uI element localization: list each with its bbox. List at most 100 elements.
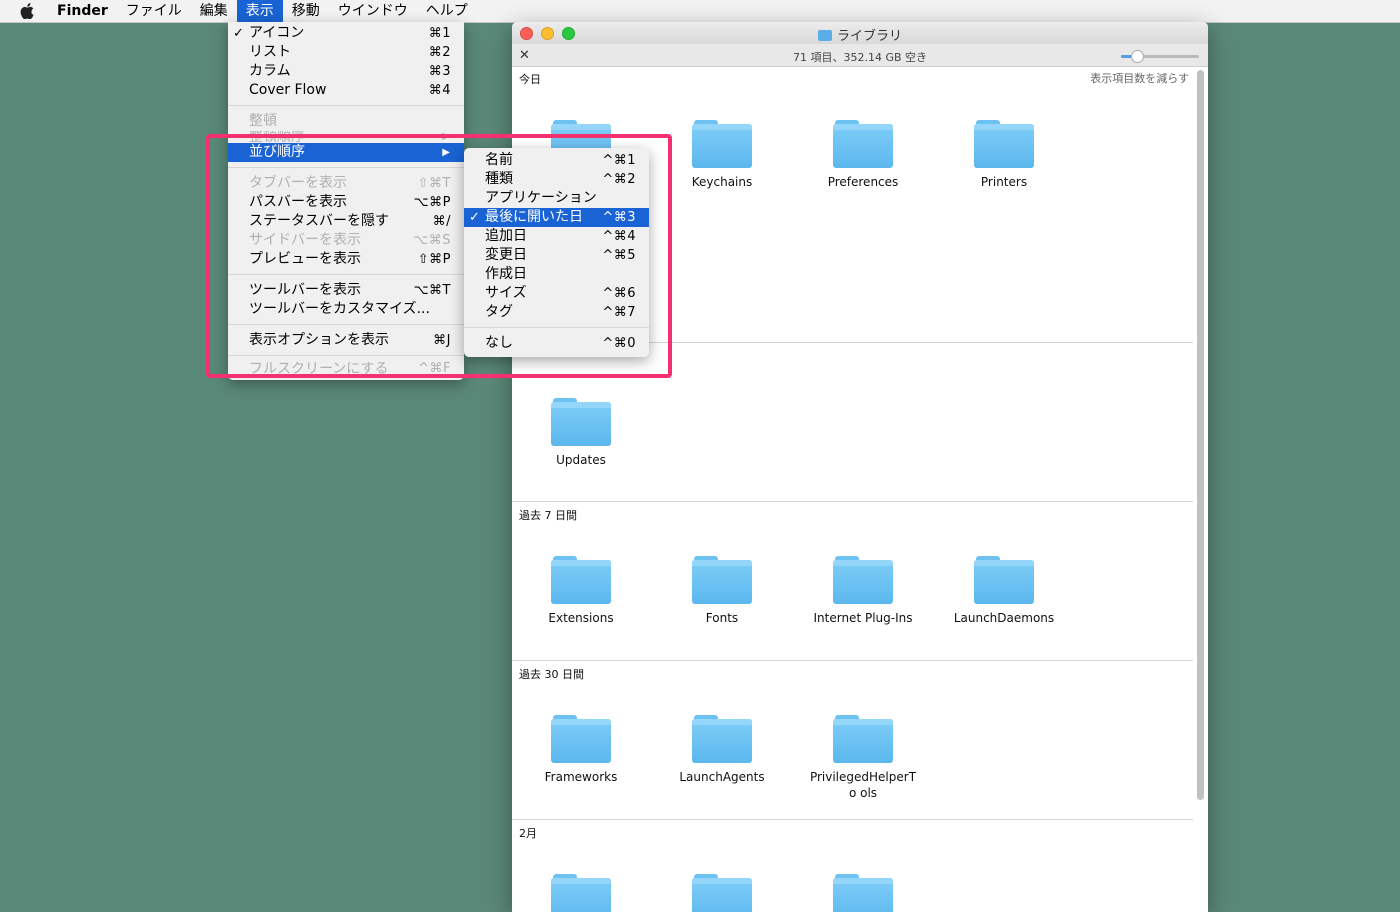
menu-go[interactable]: 移動 (283, 0, 329, 22)
group-february: 2月 (512, 820, 1193, 912)
menu-separator (464, 327, 649, 328)
menu-bar: Finder ファイル 編集 表示 移動 ウインドウ ヘルプ (0, 0, 1400, 23)
folder-item[interactable] (521, 872, 641, 912)
folder-label: Preferences (827, 175, 899, 189)
menu-separator (228, 105, 464, 106)
menu-item-show-preview[interactable]: プレビューを表示 ⇧⌘P (228, 250, 464, 269)
folder-icon (551, 713, 611, 763)
slider-knob[interactable] (1130, 50, 1144, 63)
sort-item-date-created[interactable]: 作成日 (464, 265, 649, 284)
folder-item[interactable]: LaunchDaemons (944, 554, 1064, 626)
folder-icon (692, 713, 752, 763)
folder-item[interactable]: Keychains (662, 118, 782, 190)
folder-icon (833, 554, 893, 604)
submenu-arrow-icon: ▶ (442, 147, 450, 158)
show-fewer-button[interactable]: 表示項目数を減らす (1090, 70, 1189, 86)
menu-item-clean-up: 整頓 (249, 113, 277, 129)
folder-label: Updates (556, 453, 606, 467)
menu-finder[interactable]: Finder (48, 0, 117, 22)
window-title-text: ライブラリ (836, 29, 902, 44)
menu-help[interactable]: ヘルプ (417, 0, 477, 22)
folder-label: LaunchDaemons (953, 611, 1055, 625)
folder-label: Extensions (548, 611, 614, 625)
group-header: 今日 (519, 73, 541, 86)
menu-file[interactable]: ファイル (117, 0, 191, 22)
sort-item-none[interactable]: なし ^⌘0 (464, 334, 649, 353)
folder-label: LaunchAgents (679, 770, 765, 784)
menu-separator (228, 274, 464, 275)
checkmark-icon: ✓ (469, 210, 480, 225)
folder-icon (833, 118, 893, 168)
checkmark-icon: ✓ (233, 26, 244, 41)
folder-icon (974, 118, 1034, 168)
menu-item-sort-by[interactable]: 並び順序 ▶ (228, 143, 464, 162)
folder-icon (551, 872, 611, 912)
sort-item-tags[interactable]: タグ ^⌘7 (464, 303, 649, 322)
group-past-7-days: 過去 7 日間 Extensions Fonts Internet Plug-I… (512, 502, 1193, 661)
sort-by-submenu: 名前 ^⌘1 種類 ^⌘2 アプリケーション ✓ 最後に開いた日 ^⌘3 追加日 ^⌘4 … (464, 148, 649, 357)
menu-item-show-path-bar[interactable]: パスバーを表示 ⌥⌘P (228, 193, 464, 212)
sort-item-date-modified[interactable]: 変更日 ^⌘5 (464, 246, 649, 265)
sort-item-application[interactable]: アプリケーション (464, 189, 649, 208)
folder-icon (974, 554, 1034, 604)
group-header: 過去 30 日間 (519, 668, 584, 681)
menu-item-cover-flow[interactable]: Cover Flow ⌘4 (228, 81, 464, 100)
folder-label: PrivilegedHelperTo ols (809, 770, 917, 800)
group-recent: Updates (512, 343, 1193, 502)
menu-item-column-view[interactable]: カラム ⌘3 (228, 62, 464, 81)
menu-item-show-view-options[interactable]: 表示オプションを表示 ⌘J (228, 331, 464, 350)
menu-item-enter-full-screen: フルスクリーンにする ^⌘F (249, 362, 451, 376)
view-menu: ✓ アイコン ⌘1 リスト ⌘2 カラム ⌘3 Cover Flow ⌘4 整頓 整頓順序… (228, 22, 464, 380)
sort-item-name[interactable]: 名前 ^⌘1 (464, 151, 649, 170)
folder-icon (692, 872, 752, 912)
folder-label: Internet Plug-Ins (813, 611, 913, 625)
folder-icon (833, 872, 893, 912)
vertical-scrollbar[interactable] (1197, 70, 1204, 800)
group-past-30-days: 過去 30 日間 Frameworks LaunchAgents Privile… (512, 661, 1193, 820)
sort-item-size[interactable]: サイズ ^⌘6 (464, 284, 649, 303)
menu-item-list-view[interactable]: リスト ⌘2 (228, 43, 464, 62)
folder-icon (551, 396, 611, 446)
folder-item[interactable]: Preferences (803, 118, 923, 190)
folder-icon (692, 118, 752, 168)
menu-edit[interactable]: 編集 (191, 0, 237, 22)
folder-icon (551, 554, 611, 604)
folder-label: Keychains (691, 175, 753, 189)
menu-item-show-sidebar: サイドバーを表示 ⌥⌘S (249, 232, 451, 248)
folder-label: Fonts (705, 611, 739, 625)
menu-item-customize-toolbar[interactable]: ツールバーをカスタマイズ... (228, 300, 464, 319)
menu-item-show-tab-bar: タブバーを表示 ⇧⌘T (249, 175, 451, 191)
folder-item[interactable]: Fonts (662, 554, 782, 626)
folder-item[interactable]: Frameworks (521, 713, 641, 785)
folder-item[interactable] (803, 872, 923, 912)
title-bar[interactable]: ライブラリ (512, 22, 1208, 44)
menu-window[interactable]: ウインドウ (329, 0, 417, 22)
menu-separator (228, 355, 464, 356)
window-title: ライブラリ (512, 25, 1208, 44)
folder-item[interactable]: Printers (944, 118, 1064, 190)
menu-item-clean-up-by: 整頓順序 ▶ (249, 131, 450, 143)
folder-icon (833, 713, 893, 763)
status-text: 71 項目、352.14 GB 空き (792, 51, 928, 64)
folder-item[interactable]: Updates (521, 396, 641, 468)
group-header: 過去 7 日間 (519, 509, 577, 522)
folder-item[interactable]: Internet Plug-Ins (803, 554, 923, 626)
sort-item-date-last-opened[interactable]: ✓ 最後に開いた日 ^⌘3 (464, 208, 649, 227)
submenu-arrow-icon: ▶ (442, 131, 450, 142)
menu-item-show-toolbar[interactable]: ツールバーを表示 ⌥⌘T (228, 281, 464, 300)
folder-item[interactable]: LaunchAgents (662, 713, 782, 785)
group-header: 2月 (519, 827, 537, 840)
sort-item-date-added[interactable]: 追加日 ^⌘4 (464, 227, 649, 246)
status-bar: ✕ 71 項目、352.14 GB 空き (512, 44, 1208, 67)
menu-item-hide-status-bar[interactable]: ステータスバーを隠す ⌘/ (228, 212, 464, 231)
folder-item[interactable]: PrivilegedHelperTo ols (803, 713, 923, 801)
folder-item[interactable]: Extensions (521, 554, 641, 626)
icon-size-slider[interactable] (1121, 50, 1199, 63)
sort-item-kind[interactable]: 種類 ^⌘2 (464, 170, 649, 189)
folder-label: Printers (980, 175, 1028, 189)
folder-item[interactable] (662, 872, 782, 912)
menu-view[interactable]: 表示 (236, 0, 283, 22)
menu-separator (228, 167, 464, 168)
menu-item-icon-view[interactable]: ✓ アイコン ⌘1 (228, 24, 464, 43)
apple-menu-icon[interactable] (20, 3, 34, 19)
